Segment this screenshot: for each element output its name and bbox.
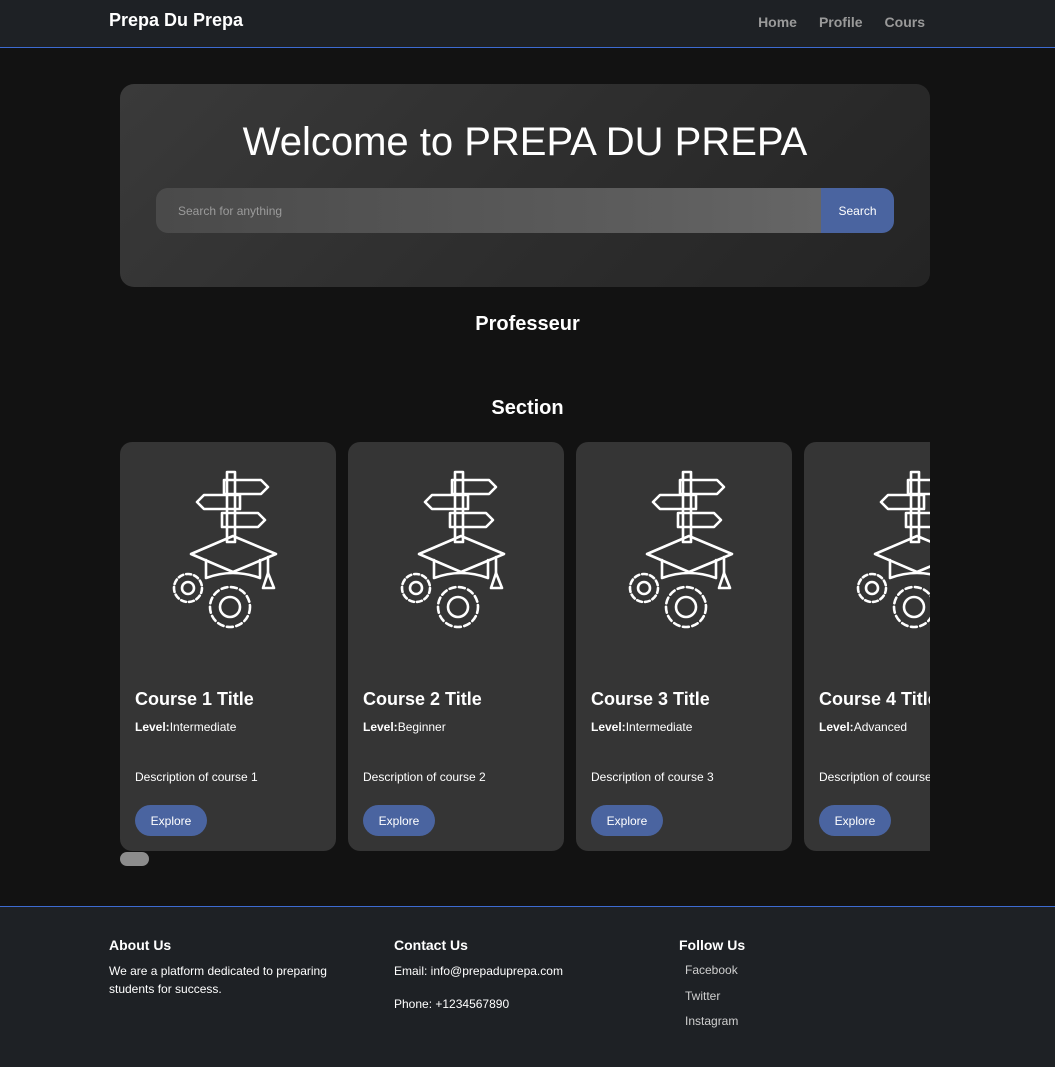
level-label: Level: [591,720,626,734]
footer: About Us We are a platform dedicated to … [0,906,1055,1067]
course-level: Level:Intermediate [135,720,236,734]
course-carousel[interactable]: Course 1 Title Level:Intermediate Descri… [120,442,930,852]
about-title: About Us [109,937,172,953]
level-value: Advanced [853,720,908,734]
level-label: Level: [363,720,398,734]
level-label: Level: [135,720,170,734]
navbar: Prepa Du Prepa Home Profile Cours [0,0,1055,48]
course-level: Level:Advanced [819,720,907,734]
hero-title: Welcome to PREPA DU PREPA [242,120,808,164]
professeur-heading: Professeur [475,313,580,335]
nav-link-home[interactable]: Home [758,14,797,30]
nav-link-cours[interactable]: Cours [885,14,925,30]
instagram-link[interactable]: Instagram [685,1013,879,1039]
explore-button[interactable]: Explore [591,805,663,836]
search-bar: Search [156,188,894,233]
contact-email: Email: info@prepaduprepa.com [394,964,563,978]
nav-link-profile[interactable]: Profile [819,14,863,30]
carousel-scrollbar[interactable] [120,852,149,866]
course-title: Course 3 Title [591,689,710,709]
course-description: Description of course 2 [363,770,486,784]
nav-links: Home Profile Cours [736,14,925,30]
search-button[interactable]: Search [821,188,894,233]
level-value: Beginner [397,720,446,734]
course-level: Level:Beginner [363,720,446,734]
course-card: Course 1 Title Level:Intermediate Descri… [120,442,336,851]
course-card: Course 3 Title Level:Intermediate Descri… [576,442,792,851]
brand-logo[interactable]: Prepa Du Prepa [109,10,243,31]
section-heading: Section [491,397,564,419]
course-card: Course 2 Title Level:Beginner Descriptio… [348,442,564,851]
course-description: Description of course 4 [819,770,930,784]
course-title: Course 4 Title [819,689,930,709]
explore-button[interactable]: Explore [363,805,435,836]
twitter-link[interactable]: Twitter [685,988,879,1014]
course-level: Level:Intermediate [591,720,692,734]
course-title: Course 2 Title [363,689,482,709]
facebook-link[interactable]: Facebook [685,962,879,988]
graduation-cap-icon [628,470,734,629]
level-value: Intermediate [625,720,693,734]
contact-title: Contact Us [394,937,468,953]
graduation-cap-icon [172,470,278,629]
follow-title: Follow Us [679,937,746,953]
course-description: Description of course 3 [591,770,714,784]
contact-phone: Phone: +1234567890 [394,997,510,1011]
footer-contact: Contact Us Email: info@prepaduprepa.com … [394,937,634,1013]
course-card: Course 4 Title Level:Advanced Descriptio… [804,442,930,851]
level-label: Level: [819,720,854,734]
about-text: We are a platform dedicated to preparing… [109,964,327,996]
level-value: Intermediate [169,720,237,734]
graduation-cap-icon [856,470,930,629]
footer-about: About Us We are a platform dedicated to … [109,937,349,998]
course-description: Description of course 1 [135,770,258,784]
graduation-cap-icon [400,470,506,629]
course-title: Course 1 Title [135,689,254,709]
search-input[interactable] [156,188,821,233]
explore-button[interactable]: Explore [135,805,207,836]
footer-follow: Follow Us Facebook Twitter Instagram [679,937,879,1039]
explore-button[interactable]: Explore [819,805,891,836]
hero-banner: Welcome to PREPA DU PREPA Search [120,84,930,287]
